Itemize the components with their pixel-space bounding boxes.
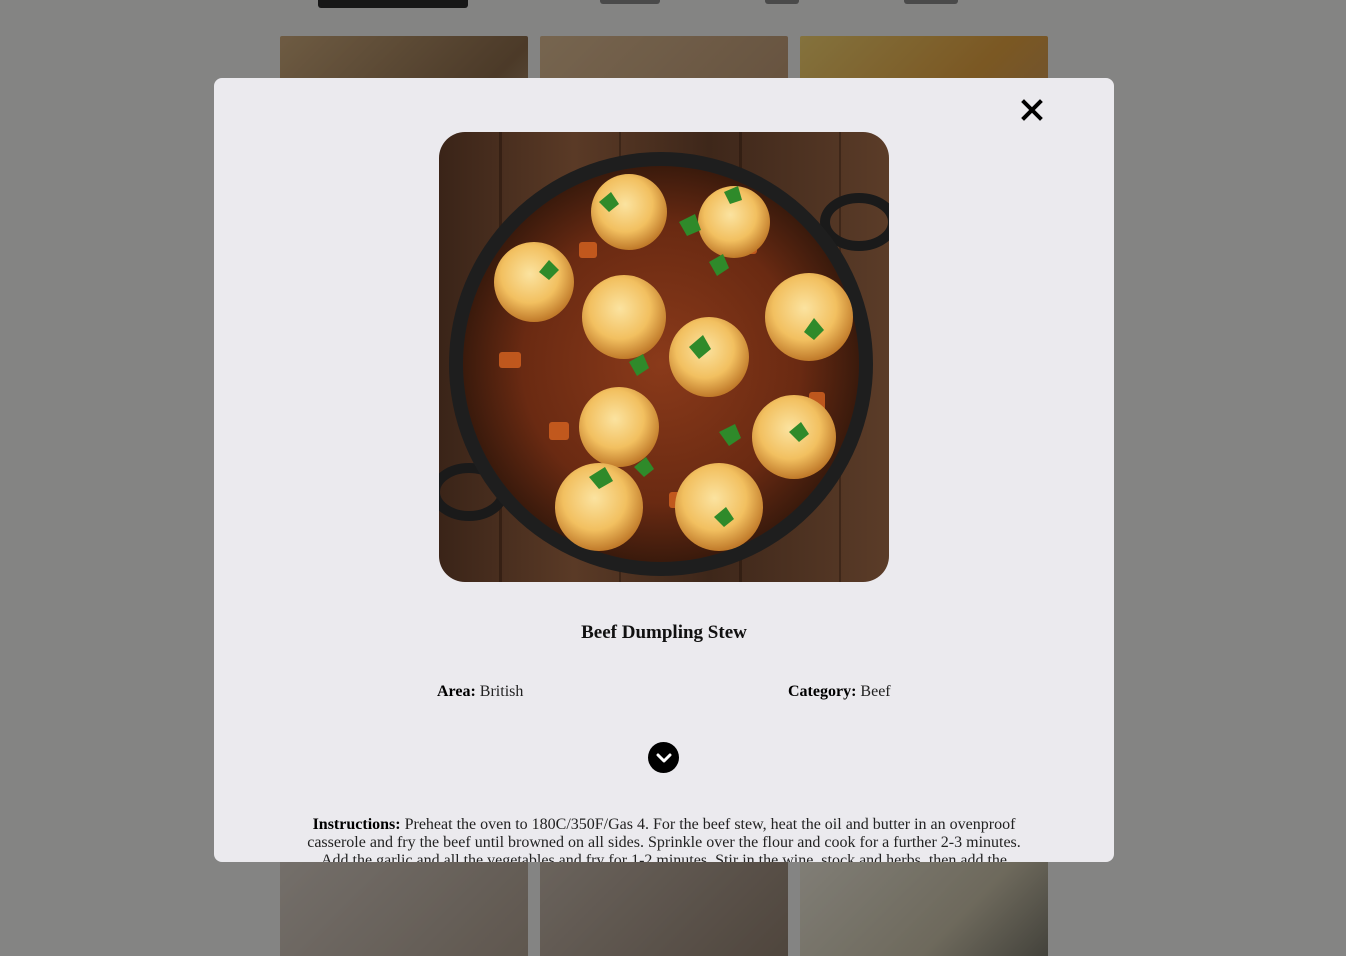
close-icon [1021,99,1043,121]
area-value: British [479,683,524,700]
instructions-label: Instructions: [312,816,401,833]
area-label: Area: [437,683,476,700]
category-value: Beef [860,683,891,700]
recipe-instructions: Instructions: Preheat the oven to 180C/3… [304,816,1024,862]
category-label: Category: [788,683,857,700]
close-button[interactable] [1018,96,1046,124]
recipe-modal: Beef Dumpling Stew Area: British Categor… [214,78,1114,862]
recipe-title: Beef Dumpling Stew [581,622,747,643]
expand-instructions-button[interactable] [648,742,679,773]
instructions-text: Preheat the oven to 180C/350F/Gas 4. For… [307,816,1021,862]
chevron-down-icon [656,753,671,762]
recipe-category: Category: Beef [788,683,891,701]
recipe-area: Area: British [437,683,523,701]
recipe-image [439,132,889,582]
